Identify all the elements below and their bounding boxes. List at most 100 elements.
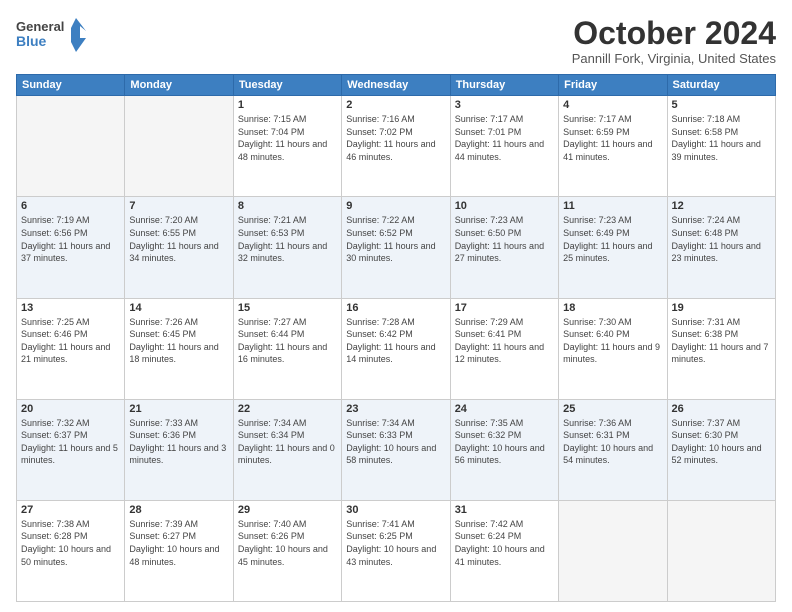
day-info: Sunrise: 7:34 AMSunset: 6:34 PMDaylight:… [238, 417, 337, 467]
calendar-week-2: 6 Sunrise: 7:19 AMSunset: 6:56 PMDaylight… [17, 197, 776, 298]
table-cell: 4Sunrise: 7:17 AMSunset: 6:59 PMDaylight… [559, 96, 667, 197]
day-number: 7 [129, 200, 228, 212]
day-number: 19 [672, 302, 771, 314]
day-info: Sunrise: 7:42 AMSunset: 6:24 PMDaylight:… [455, 518, 554, 568]
table-cell [559, 500, 667, 601]
day-info: Sunrise: 7:19 AMSunset: 6:56 PMDaylight:… [21, 214, 120, 264]
table-cell: 28 Sunrise: 7:39 AMSunset: 6:27 PMDayligh… [125, 500, 233, 601]
day-info: Sunrise: 7:30 AMSunset: 6:40 PMDaylight:… [563, 316, 662, 366]
table-cell: 29 Sunrise: 7:40 AMSunset: 6:26 PMDayligh… [233, 500, 341, 601]
calendar-page: General Blue October 2024 Pannill Fork, … [0, 0, 792, 612]
day-number: 27 [21, 504, 120, 516]
table-cell: 24 Sunrise: 7:35 AMSunset: 6:32 PMDayligh… [450, 399, 558, 500]
table-cell: 30 Sunrise: 7:41 AMSunset: 6:25 PMDayligh… [342, 500, 450, 601]
calendar-week-3: 13 Sunrise: 7:25 AMSunset: 6:46 PMDayligh… [17, 298, 776, 399]
table-cell: 15Sunrise: 7:27 AMSunset: 6:44 PMDayligh… [233, 298, 341, 399]
day-number: 30 [346, 504, 445, 516]
table-cell: 8 Sunrise: 7:21 AMSunset: 6:53 PMDaylight… [233, 197, 341, 298]
day-info: Sunrise: 7:22 AMSunset: 6:52 PMDaylight:… [346, 214, 445, 264]
day-number: 9 [346, 200, 445, 212]
table-cell: 1 Sunrise: 7:15 AMSunset: 7:04 PMDaylight… [233, 96, 341, 197]
table-cell: 13 Sunrise: 7:25 AMSunset: 6:46 PMDayligh… [17, 298, 125, 399]
day-info: Sunrise: 7:37 AMSunset: 6:30 PMDaylight:… [672, 417, 771, 467]
day-number: 12 [672, 200, 771, 212]
table-cell: 31 Sunrise: 7:42 AMSunset: 6:24 PMDayligh… [450, 500, 558, 601]
day-info: Sunrise: 7:38 AMSunset: 6:28 PMDaylight:… [21, 518, 120, 568]
svg-text:General: General [16, 19, 64, 34]
table-cell: 22 Sunrise: 7:34 AMSunset: 6:34 PMDayligh… [233, 399, 341, 500]
table-cell [667, 500, 775, 601]
day-number: 10 [455, 200, 554, 212]
day-number: 21 [129, 403, 228, 415]
table-cell: 5Sunrise: 7:18 AMSunset: 6:58 PMDaylight… [667, 96, 775, 197]
day-info: Sunrise: 7:27 AMSunset: 6:44 PMDaylight:… [238, 316, 337, 366]
logo: General Blue [16, 16, 86, 54]
col-sunday: Sunday [17, 75, 125, 96]
calendar-week-1: 1 Sunrise: 7:15 AMSunset: 7:04 PMDaylight… [17, 96, 776, 197]
day-number: 16 [346, 302, 445, 314]
day-info: Sunrise: 7:29 AMSunset: 6:41 PMDaylight:… [455, 316, 554, 366]
day-number: 26 [672, 403, 771, 415]
table-cell: 9 Sunrise: 7:22 AMSunset: 6:52 PMDaylight… [342, 197, 450, 298]
day-info: Sunrise: 7:40 AMSunset: 6:26 PMDaylight:… [238, 518, 337, 568]
day-info: Sunrise: 7:34 AMSunset: 6:33 PMDaylight:… [346, 417, 445, 467]
table-cell: 16 Sunrise: 7:28 AMSunset: 6:42 PMDayligh… [342, 298, 450, 399]
day-number: 22 [238, 403, 337, 415]
day-number: 4 [563, 99, 662, 111]
col-tuesday: Tuesday [233, 75, 341, 96]
day-info: Sunrise: 7:31 AMSunset: 6:38 PMDaylight:… [672, 316, 771, 366]
day-info: Sunrise: 7:15 AMSunset: 7:04 PMDaylight:… [238, 113, 337, 163]
month-title: October 2024 [572, 16, 776, 51]
day-number: 20 [21, 403, 120, 415]
day-number: 28 [129, 504, 228, 516]
day-number: 31 [455, 504, 554, 516]
day-number: 18 [563, 302, 662, 314]
day-info: Sunrise: 7:23 AMSunset: 6:49 PMDaylight:… [563, 214, 662, 264]
day-number: 17 [455, 302, 554, 314]
table-cell [125, 96, 233, 197]
col-saturday: Saturday [667, 75, 775, 96]
table-cell: 18 Sunrise: 7:30 AMSunset: 6:40 PMDayligh… [559, 298, 667, 399]
table-cell [17, 96, 125, 197]
day-number: 6 [21, 200, 120, 212]
header: General Blue October 2024 Pannill Fork, … [16, 16, 776, 66]
col-wednesday: Wednesday [342, 75, 450, 96]
day-info: Sunrise: 7:25 AMSunset: 6:46 PMDaylight:… [21, 316, 120, 366]
table-cell: 14Sunrise: 7:26 AMSunset: 6:45 PMDayligh… [125, 298, 233, 399]
table-cell: 7 Sunrise: 7:20 AMSunset: 6:55 PMDaylight… [125, 197, 233, 298]
table-cell: 23 Sunrise: 7:34 AMSunset: 6:33 PMDayligh… [342, 399, 450, 500]
day-info: Sunrise: 7:33 AMSunset: 6:36 PMDaylight:… [129, 417, 228, 467]
day-info: Sunrise: 7:23 AMSunset: 6:50 PMDaylight:… [455, 214, 554, 264]
day-number: 8 [238, 200, 337, 212]
table-cell: 25Sunrise: 7:36 AMSunset: 6:31 PMDayligh… [559, 399, 667, 500]
table-cell: 17 Sunrise: 7:29 AMSunset: 6:41 PMDayligh… [450, 298, 558, 399]
day-info: Sunrise: 7:35 AMSunset: 6:32 PMDaylight:… [455, 417, 554, 467]
day-number: 5 [672, 99, 771, 111]
table-cell: 11Sunrise: 7:23 AMSunset: 6:49 PMDayligh… [559, 197, 667, 298]
calendar-week-5: 27 Sunrise: 7:38 AMSunset: 6:28 PMDayligh… [17, 500, 776, 601]
day-info: Sunrise: 7:32 AMSunset: 6:37 PMDaylight:… [21, 417, 120, 467]
day-info: Sunrise: 7:28 AMSunset: 6:42 PMDaylight:… [346, 316, 445, 366]
table-cell: 12Sunrise: 7:24 AMSunset: 6:48 PMDayligh… [667, 197, 775, 298]
day-info: Sunrise: 7:17 AMSunset: 7:01 PMDaylight:… [455, 113, 554, 163]
day-number: 24 [455, 403, 554, 415]
location-subtitle: Pannill Fork, Virginia, United States [572, 51, 776, 66]
calendar-table: Sunday Monday Tuesday Wednesday Thursday… [16, 74, 776, 602]
day-info: Sunrise: 7:39 AMSunset: 6:27 PMDaylight:… [129, 518, 228, 568]
table-cell: 27 Sunrise: 7:38 AMSunset: 6:28 PMDayligh… [17, 500, 125, 601]
day-number: 1 [238, 99, 337, 111]
day-info: Sunrise: 7:20 AMSunset: 6:55 PMDaylight:… [129, 214, 228, 264]
day-number: 29 [238, 504, 337, 516]
day-number: 3 [455, 99, 554, 111]
table-cell: 21 Sunrise: 7:33 AMSunset: 6:36 PMDayligh… [125, 399, 233, 500]
col-friday: Friday [559, 75, 667, 96]
day-info: Sunrise: 7:21 AMSunset: 6:53 PMDaylight:… [238, 214, 337, 264]
logo-icon: General Blue [16, 16, 86, 54]
svg-text:Blue: Blue [16, 33, 47, 49]
day-number: 23 [346, 403, 445, 415]
day-info: Sunrise: 7:41 AMSunset: 6:25 PMDaylight:… [346, 518, 445, 568]
day-number: 13 [21, 302, 120, 314]
table-cell: 3 Sunrise: 7:17 AMSunset: 7:01 PMDaylight… [450, 96, 558, 197]
col-monday: Monday [125, 75, 233, 96]
table-cell: 6 Sunrise: 7:19 AMSunset: 6:56 PMDaylight… [17, 197, 125, 298]
